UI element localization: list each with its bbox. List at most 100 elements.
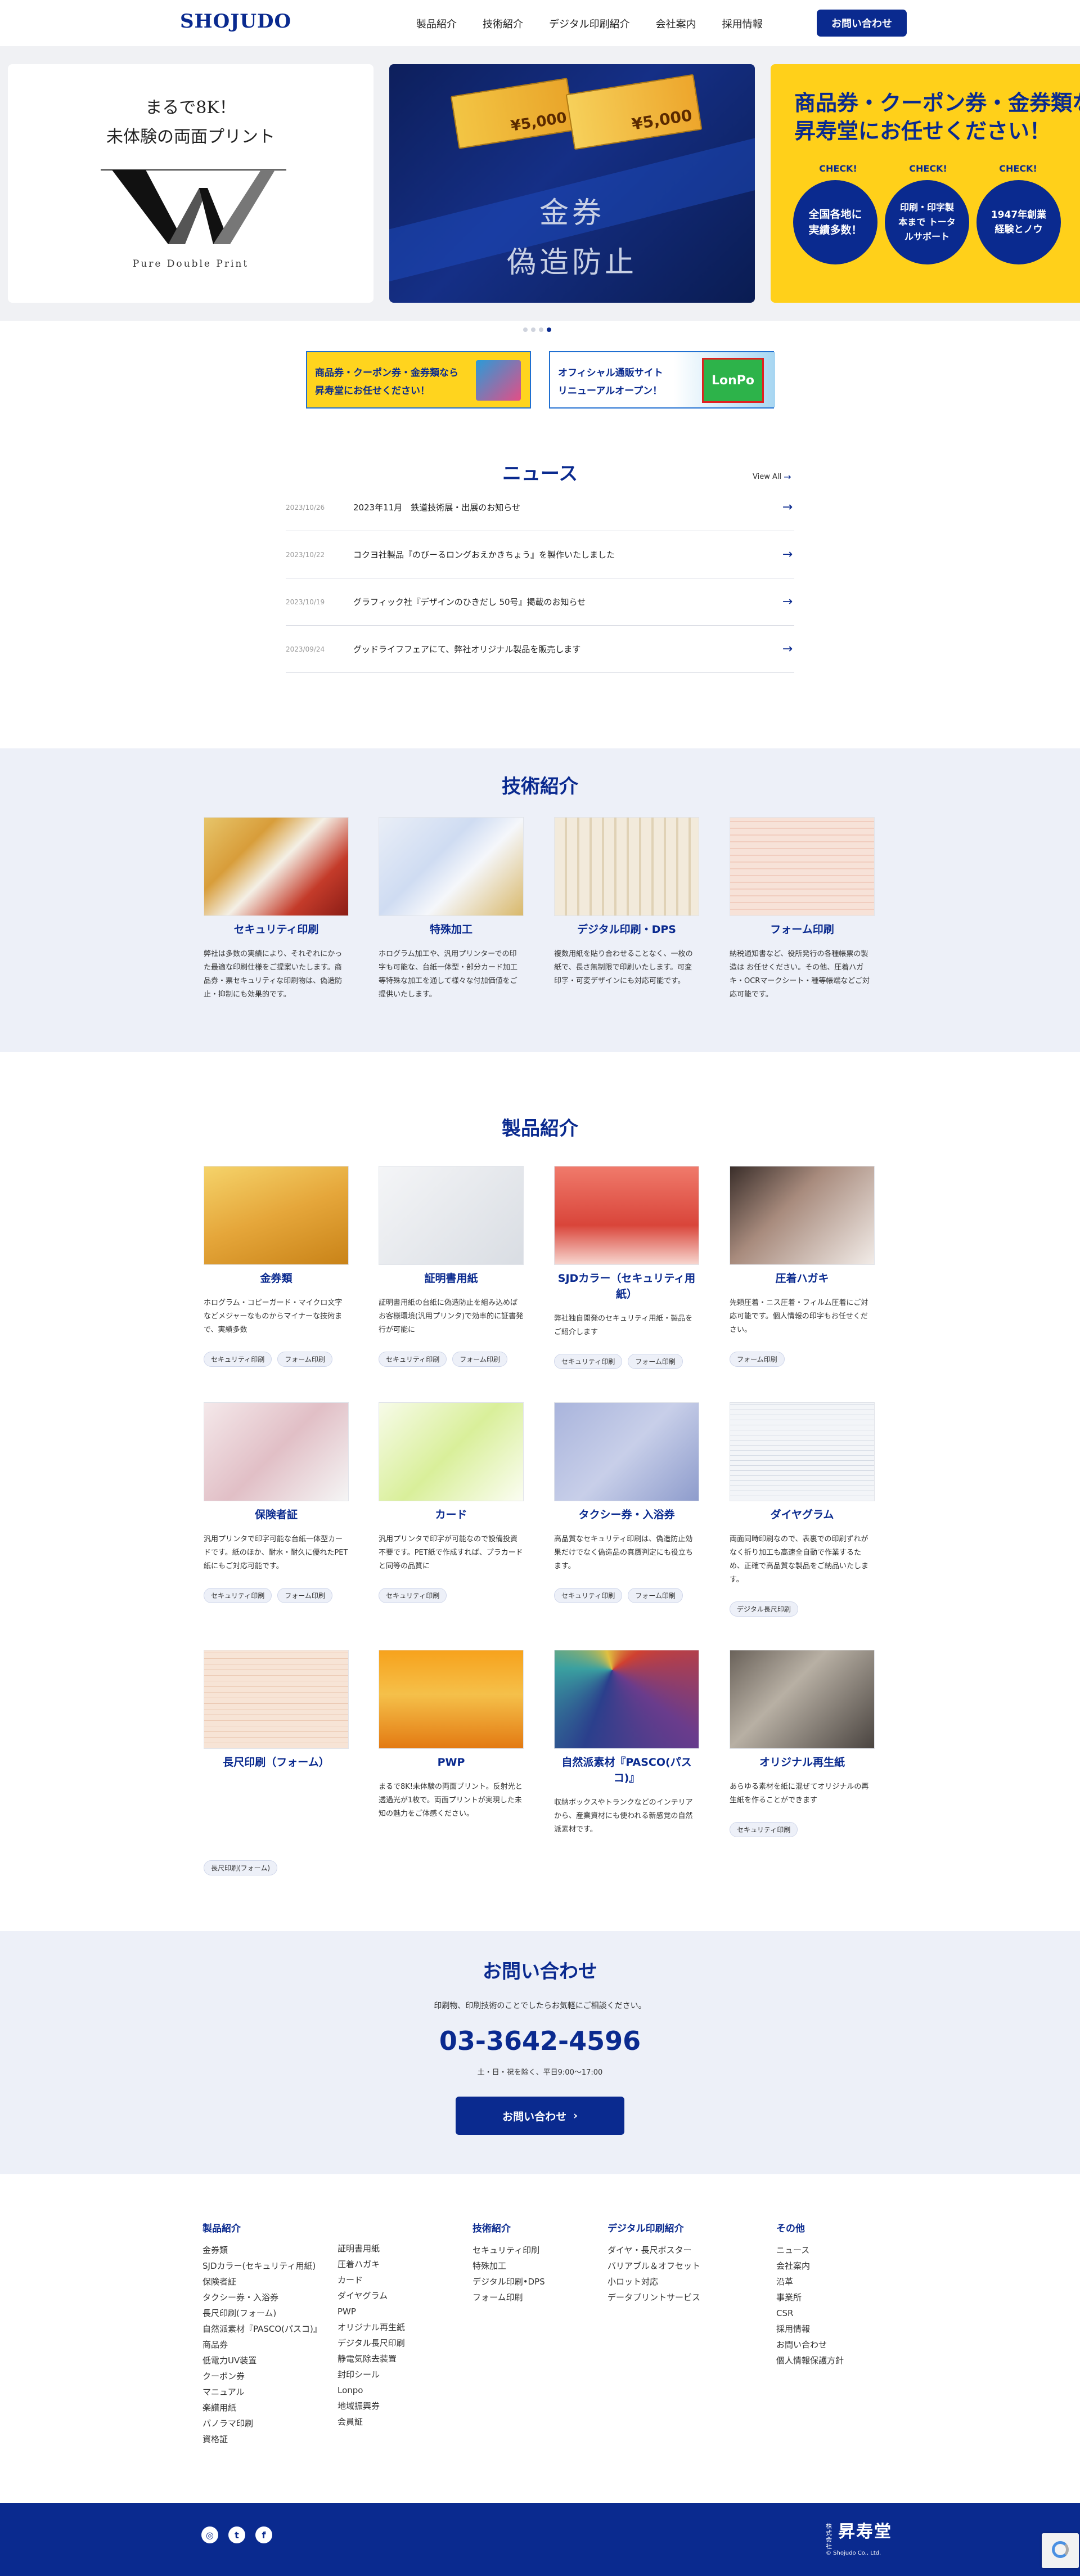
- product-card[interactable]: 金券類 ホログラム・コピーガード・マイクロ文字などメジャーなものからマイナーな技…: [204, 1166, 349, 1367]
- footer-link[interactable]: 会社案内: [776, 2258, 844, 2274]
- news-item[interactable]: 2023/09/24 グッドライフフェアにて、弊社オリジナル製品を販売します →: [286, 626, 794, 673]
- category-tag[interactable]: セキュリティ印刷: [204, 1352, 272, 1367]
- product-card[interactable]: オリジナル再生紙 あらゆる素材を紙に混ぜてオリジナルの再生紙を作ることができます…: [730, 1650, 875, 1837]
- product-card[interactable]: ダイヤグラム 両面同時印刷なので、表裏での印刷ずれがなく折り加工も高速全自動で作…: [730, 1402, 875, 1617]
- category-tag[interactable]: セキュリティ印刷: [379, 1352, 447, 1367]
- product-card[interactable]: カード 汎用プリンタで印字が可能なので設備投資不要です。PET紙で作成すれば、プ…: [379, 1402, 524, 1603]
- footer-link[interactable]: 金券類: [202, 2242, 322, 2258]
- footer-link[interactable]: 静電気除去装置: [338, 2351, 405, 2367]
- footer-link[interactable]: 保険者証: [202, 2274, 322, 2290]
- footer-link[interactable]: 事業所: [776, 2290, 844, 2305]
- nav-products[interactable]: 製品紹介: [416, 16, 457, 31]
- nav-recruit[interactable]: 採用情報: [722, 16, 763, 31]
- tech-card[interactable]: デジタル印刷・DPS 複数用紙を貼り合わせることなく、一枚の紙で、長さ無制限で印…: [554, 817, 699, 988]
- facebook-icon[interactable]: f: [255, 2526, 272, 2543]
- footer-link[interactable]: 個人情報保護方針: [776, 2353, 844, 2368]
- footer-link[interactable]: パノラマ印刷: [202, 2416, 322, 2431]
- product-card[interactable]: 保険者証 汎用プリンタで印字可能な台紙一体型カードです。紙のほか、耐水・耐久に優…: [204, 1402, 349, 1603]
- nav-company[interactable]: 会社案内: [656, 16, 696, 31]
- tech-card[interactable]: 特殊加工 ホログラム加工や、汎用プリンターでの印字も可能な、台紙一体型・部分カー…: [379, 817, 524, 1002]
- contact-phone[interactable]: 03-3642-4596: [0, 2026, 1080, 2056]
- footer-link[interactable]: SJDカラー(セキュリティ用紙): [202, 2258, 322, 2274]
- product-card[interactable]: SJDカラー（セキュリティ用紙） 弊社独自開発のセキュリティ用紙・製品をご紹介し…: [554, 1166, 699, 1369]
- footer-link[interactable]: CSR: [776, 2305, 844, 2321]
- recaptcha-badge[interactable]: [1042, 2533, 1079, 2568]
- footer-link[interactable]: 長尺印刷(フォーム): [202, 2305, 322, 2321]
- category-tag[interactable]: フォーム印刷: [277, 1588, 332, 1603]
- footer-link[interactable]: 沿革: [776, 2274, 844, 2290]
- product-card[interactable]: 証明書用紙 証明書用紙の台紙に偽造防止を組み込めばお客様環境(汎用プリンタ)で効…: [379, 1166, 524, 1367]
- footer-link[interactable]: 圧着ハガキ: [338, 2256, 405, 2272]
- footer-link[interactable]: 商品券: [202, 2337, 322, 2353]
- footer-link[interactable]: カード: [338, 2272, 405, 2288]
- news-view-all-link[interactable]: View All →: [753, 472, 791, 482]
- category-tag[interactable]: フォーム印刷: [730, 1352, 785, 1367]
- footer-link[interactable]: お問い合わせ: [776, 2337, 844, 2353]
- banner-kinken[interactable]: 商品券・クーポン券・金券類なら 昇寿堂にお任せください！: [306, 351, 531, 409]
- category-tag[interactable]: デジタル長尺印刷: [730, 1601, 798, 1617]
- twitter-icon[interactable]: t: [228, 2526, 245, 2543]
- footer-link[interactable]: PWP: [338, 2304, 405, 2319]
- footer-link[interactable]: 封印シール: [338, 2367, 405, 2382]
- category-tag[interactable]: フォーム印刷: [628, 1354, 683, 1369]
- nav-technology[interactable]: 技術紹介: [483, 16, 523, 31]
- product-card[interactable]: 圧着ハガキ 先頼圧着・ニス圧着・フィルム圧着にご対応可能です。個人情報の印字もお…: [730, 1166, 875, 1367]
- footer-link[interactable]: タクシー券・入浴券: [202, 2290, 322, 2305]
- tech-card[interactable]: セキュリティ印刷 弊社は多数の実績により、それぞれにかった最適な印刷仕様をご提案…: [204, 817, 349, 1002]
- news-item[interactable]: 2023/10/19 グラフィック社『デザインのひきだし 50号』掲載のお知らせ…: [286, 578, 794, 626]
- footer-link[interactable]: セキュリティ印刷: [472, 2242, 545, 2258]
- news-item[interactable]: 2023/10/26 2023年11月 鉄道技術展・出展のお知らせ →: [286, 484, 794, 531]
- product-card[interactable]: 長尺印刷（フォーム） 長尺印刷(フォーム): [204, 1650, 349, 1875]
- hero-slide-pwp[interactable]: まるで8K！ 未体験の両面プリント Pure Double Print: [8, 64, 374, 303]
- tech-card[interactable]: フォーム印刷 納税通知書など、役所発行の各種帳票の製造は お任せください。その他…: [730, 817, 875, 1002]
- footer-logo[interactable]: 昇寿堂: [838, 2517, 892, 2542]
- site-logo[interactable]: SHOJUDO: [180, 10, 291, 33]
- hero-slide-kinken[interactable]: ¥5,000 ¥5,000 金券 偽造防止: [389, 64, 755, 303]
- footer-link[interactable]: オリジナル再生紙: [338, 2319, 405, 2335]
- category-tag[interactable]: 長尺印刷(フォーム): [204, 1860, 278, 1875]
- carousel-dot-active[interactable]: [547, 327, 551, 332]
- footer-link[interactable]: フォーム印刷: [472, 2290, 545, 2305]
- carousel-dot[interactable]: [539, 327, 543, 332]
- category-tag[interactable]: フォーム印刷: [452, 1352, 507, 1367]
- footer-link[interactable]: 資格証: [202, 2431, 322, 2447]
- footer-link[interactable]: 地域振興券: [338, 2398, 405, 2414]
- instagram-icon[interactable]: ◎: [201, 2526, 218, 2543]
- category-tag[interactable]: セキュリティ印刷: [379, 1588, 447, 1603]
- footer-link[interactable]: 採用情報: [776, 2321, 844, 2337]
- banner-online-shop[interactable]: オフィシャル通販サイト リニューアルオープン！ LonPo: [549, 351, 775, 409]
- footer-link[interactable]: 楽譜用紙: [202, 2400, 322, 2416]
- footer-link[interactable]: ダイヤ・長尺ポスター: [608, 2242, 700, 2258]
- product-card[interactable]: PWP まるで8K!未体験の両面プリント。反射光と透過光が1枚で。両面プリントが…: [379, 1650, 524, 1821]
- category-tag[interactable]: セキュリティ印刷: [554, 1354, 623, 1369]
- footer-link[interactable]: デジタル長尺印刷: [338, 2335, 405, 2351]
- category-tag[interactable]: セキュリティ印刷: [204, 1588, 272, 1603]
- footer-link[interactable]: ダイヤグラム: [338, 2288, 405, 2304]
- product-card[interactable]: タクシー券・入浴券 高品質なセキュリティ印刷は、偽造防止効果だけでなく偽造品の真…: [554, 1402, 699, 1603]
- footer-link[interactable]: 自然派素材『PASCO(パスコ)』: [202, 2321, 322, 2337]
- footer-link[interactable]: データプリントサービス: [608, 2290, 700, 2305]
- header-contact-button[interactable]: お問い合わせ: [817, 10, 907, 37]
- category-tag[interactable]: フォーム印刷: [628, 1588, 683, 1603]
- footer-link[interactable]: デジタル印刷•DPS: [472, 2274, 545, 2290]
- contact-button[interactable]: お問い合わせ ›: [456, 2097, 624, 2135]
- carousel-dot[interactable]: [531, 327, 536, 332]
- footer-link[interactable]: ニュース: [776, 2242, 844, 2258]
- category-tag[interactable]: フォーム印刷: [277, 1352, 332, 1367]
- nav-digital-printing[interactable]: デジタル印刷紹介: [549, 16, 630, 31]
- footer-link[interactable]: バリアブル＆オフセット: [608, 2258, 700, 2274]
- footer-link[interactable]: 低電力UV装置: [202, 2353, 322, 2368]
- category-tag[interactable]: セキュリティ印刷: [554, 1588, 623, 1603]
- news-item[interactable]: 2023/10/22 コクヨ社製品『のびーるロングおえかきちょう』を製作いたしま…: [286, 531, 794, 578]
- carousel-dot[interactable]: [523, 327, 528, 332]
- footer-link[interactable]: 証明書用紙: [338, 2241, 405, 2256]
- category-tag[interactable]: セキュリティ印刷: [730, 1822, 798, 1837]
- footer-link[interactable]: 小ロット対応: [608, 2274, 700, 2290]
- footer-link[interactable]: クーポン券: [202, 2368, 322, 2384]
- hero-slide-kinken-service[interactable]: 商品券・クーポン券・金券類な 昇寿堂にお任せください！ CHECK! CHECK…: [771, 64, 1080, 303]
- footer-link[interactable]: 会員証: [338, 2414, 405, 2430]
- product-card[interactable]: 自然派素材『PASCO(パスコ)』 収納ボックスやトランクなどのインテリアから、…: [554, 1650, 699, 1837]
- footer-link[interactable]: Lonpo: [338, 2382, 405, 2398]
- footer-link[interactable]: マニュアル: [202, 2384, 322, 2400]
- footer-link[interactable]: 特殊加工: [472, 2258, 545, 2274]
